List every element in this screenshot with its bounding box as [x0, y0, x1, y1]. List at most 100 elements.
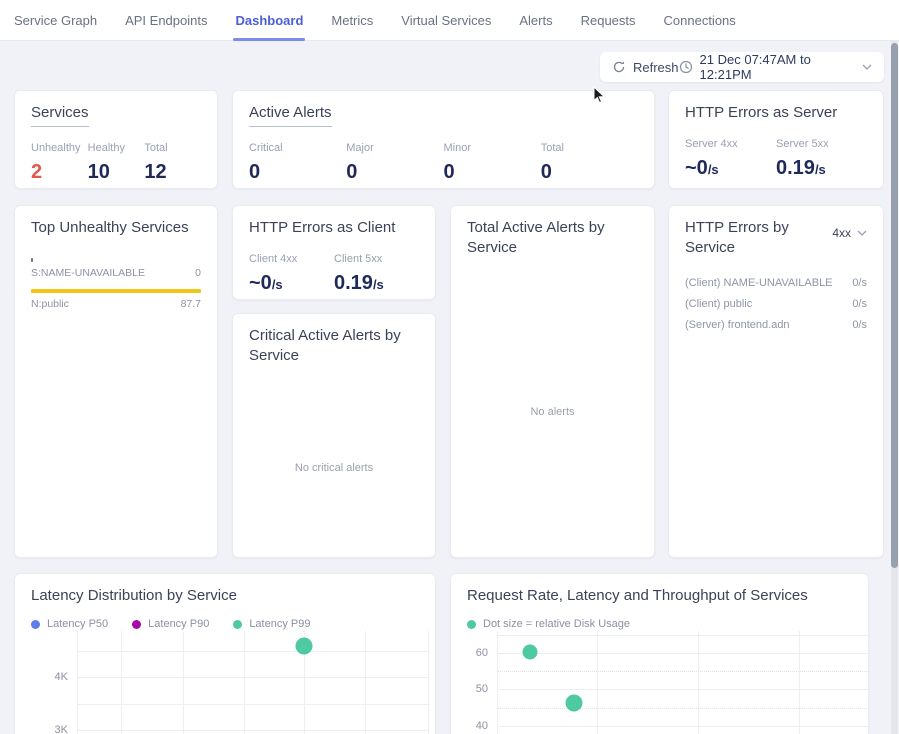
http-errors-server-title: HTTP Errors as Server: [685, 104, 837, 121]
stat-label: Total: [144, 142, 201, 154]
stat-value: 0: [346, 161, 443, 184]
latency-chart-legend: Latency P50 Latency P90 Latency P99: [31, 618, 419, 630]
tab-alerts[interactable]: Alerts: [519, 0, 552, 41]
stat-server-4xx: Server 4xx ~0/s: [685, 138, 776, 180]
stat-unit: /s: [815, 162, 826, 177]
error-rate-value: 0/s: [852, 319, 867, 340]
stat-major: Major0: [346, 142, 443, 184]
services-card-title[interactable]: Services: [31, 103, 89, 127]
grid-line-vertical: [597, 631, 598, 734]
latency-chart-title: Latency Distribution by Service: [31, 587, 237, 604]
grid-line-vertical: [869, 631, 870, 734]
http-errors-client-title: HTTP Errors as Client: [249, 219, 395, 236]
legend-label: Latency P99: [249, 618, 310, 630]
stat-value: 0.19/s: [334, 272, 419, 295]
top-unhealthy-list: S:NAME-UNAVAILABLE0 N:public 87.7: [31, 258, 201, 314]
legend-item-latency-p90[interactable]: Latency P90: [132, 618, 209, 630]
stat-value: 2: [31, 161, 88, 184]
unhealthy-service-row: N:public 87.7: [31, 298, 201, 314]
service-value: 87.7: [181, 298, 201, 310]
error-service-name: (Server) frontend.adn: [685, 319, 790, 340]
tab-requests[interactable]: Requests: [581, 0, 636, 41]
stat-server-5xx: Server 5xx 0.19/s: [776, 138, 867, 180]
total-alerts-title: Total Active Alerts by Service: [467, 219, 605, 256]
http-errors-by-service-card: HTTP Errors by Service 4xx (Client) NAME…: [668, 205, 884, 558]
tab-api-endpoints[interactable]: API Endpoints: [125, 0, 207, 41]
legend-item-latency-p99[interactable]: Latency P99: [233, 618, 310, 630]
legend-dot-icon: [31, 620, 40, 629]
health-bar: [31, 289, 201, 293]
unhealthy-service-entry[interactable]: S:NAME-UNAVAILABLE0: [31, 258, 201, 283]
tab-dashboard[interactable]: Dashboard: [235, 0, 303, 41]
stat-unhealthy: Unhealthy2: [31, 142, 88, 184]
tab-metrics[interactable]: Metrics: [331, 0, 373, 41]
tab-service-graph[interactable]: Service Graph: [14, 0, 97, 41]
request-chart-title: Request Rate, Latency and Throughput of …: [467, 587, 808, 604]
error-rate-value: 0/s: [852, 277, 867, 298]
unhealthy-service-entry[interactable]: N:public 87.7: [31, 289, 201, 314]
tab-connections[interactable]: Connections: [664, 0, 736, 41]
grid-line-horizontal: [497, 689, 869, 690]
stat-label: Total: [541, 142, 638, 154]
active-alerts-stats: Critical0Major0Minor0Total0: [249, 142, 638, 184]
critical-alerts-empty-text: No critical alerts: [233, 462, 435, 474]
refresh-icon: [612, 60, 626, 74]
mouse-cursor: [593, 86, 605, 109]
http-errors-server-card: HTTP Errors as Server Server 4xx ~0/sServ…: [668, 90, 884, 189]
error-type-filter-dropdown[interactable]: 4xx: [832, 226, 867, 240]
stat-label: Minor: [444, 142, 541, 154]
stat-value: 10: [88, 161, 145, 184]
stat-value: 12: [144, 161, 201, 184]
stat-label: Healthy: [88, 142, 145, 154]
stat-unit: /s: [708, 162, 719, 177]
service-name: N:public: [31, 298, 69, 310]
data-point-dot[interactable]: [296, 638, 313, 655]
service-value: 0: [195, 267, 201, 279]
stat-client-4xx: Client 4xx~0/s: [249, 253, 334, 295]
services-card: Services Unhealthy2Healthy 10 Total 12: [14, 90, 218, 189]
error-type-filter-value: 4xx: [832, 226, 851, 240]
latency-chart-plot: 4K3K: [77, 631, 428, 734]
grid-line-horizontal: [77, 651, 428, 652]
active-alerts-card-title[interactable]: Active Alerts: [249, 103, 332, 127]
grid-line-horizontal: [497, 726, 869, 727]
stat-label: Critical: [249, 142, 346, 154]
tab-virtual-services[interactable]: Virtual Services: [401, 0, 491, 41]
stat-value: 0.19/s: [776, 157, 867, 180]
stat-value: ~0/s: [685, 157, 776, 180]
http-errors-client-card: HTTP Errors as Client Client 4xx~0/sClie…: [232, 205, 436, 300]
stat-healthy: Healthy 10: [88, 142, 145, 184]
stat-label: Server 5xx: [776, 138, 867, 150]
dashboard-page: Service Graph API Endpoints Dashboard Metri…: [0, 0, 899, 734]
data-point-dot[interactable]: [566, 694, 583, 711]
time-range-picker[interactable]: 21 Dec 07:47AM to 12:21PM: [679, 52, 872, 82]
nav-tabs: Service Graph API Endpoints Dashboard Metri…: [14, 0, 736, 41]
legend-item-latency-p50[interactable]: Latency P50: [31, 618, 108, 630]
request-chart-legend: Dot size = relative Disk Usage: [467, 618, 852, 630]
grid-line-horizontal: [497, 635, 869, 636]
refresh-button[interactable]: Refresh: [612, 60, 679, 75]
stat-client-5xx: Client 5xx 0.19/s: [334, 253, 419, 295]
data-point-dot[interactable]: [523, 645, 538, 660]
grid-line-vertical: [121, 631, 122, 734]
stat-value: 0: [541, 161, 638, 184]
stat-label: Server 4xx: [685, 138, 776, 150]
error-rate-row: (Client) NAME-UNAVAILABLE 0/s: [685, 277, 867, 298]
error-service-name: (Client) NAME-UNAVAILABLE: [685, 277, 833, 298]
total-alerts-card: Total Active Alerts by Service No alerts: [450, 205, 655, 558]
error-rate-row: (Server) frontend.adn 0/s: [685, 319, 867, 340]
stat-total: Total 12: [144, 142, 201, 184]
stat-unit: /s: [272, 277, 283, 292]
unhealthy-service-row: S:NAME-UNAVAILABLE0: [31, 267, 201, 283]
top-unhealthy-card: Top Unhealthy Services S:NAME-UNAVAILABL…: [14, 205, 218, 558]
error-rate-row: (Client) public0/s: [685, 298, 867, 319]
chevron-down-icon: [862, 64, 872, 70]
refresh-label: Refresh: [633, 60, 679, 75]
stat-label: Client 5xx: [334, 253, 419, 265]
http-errors-by-service-rows: (Client) NAME-UNAVAILABLE 0/s(Client) pub…: [685, 277, 867, 340]
legend-item-dot-size-relative-disk-usage[interactable]: Dot size = relative Disk Usage: [467, 618, 630, 630]
http-errors-by-service-header: HTTP Errors by Service 4xx: [685, 218, 867, 259]
health-bar: [31, 258, 33, 262]
grid-line-horizontal: [497, 708, 869, 709]
scrollbar-thumb[interactable]: [891, 43, 898, 568]
